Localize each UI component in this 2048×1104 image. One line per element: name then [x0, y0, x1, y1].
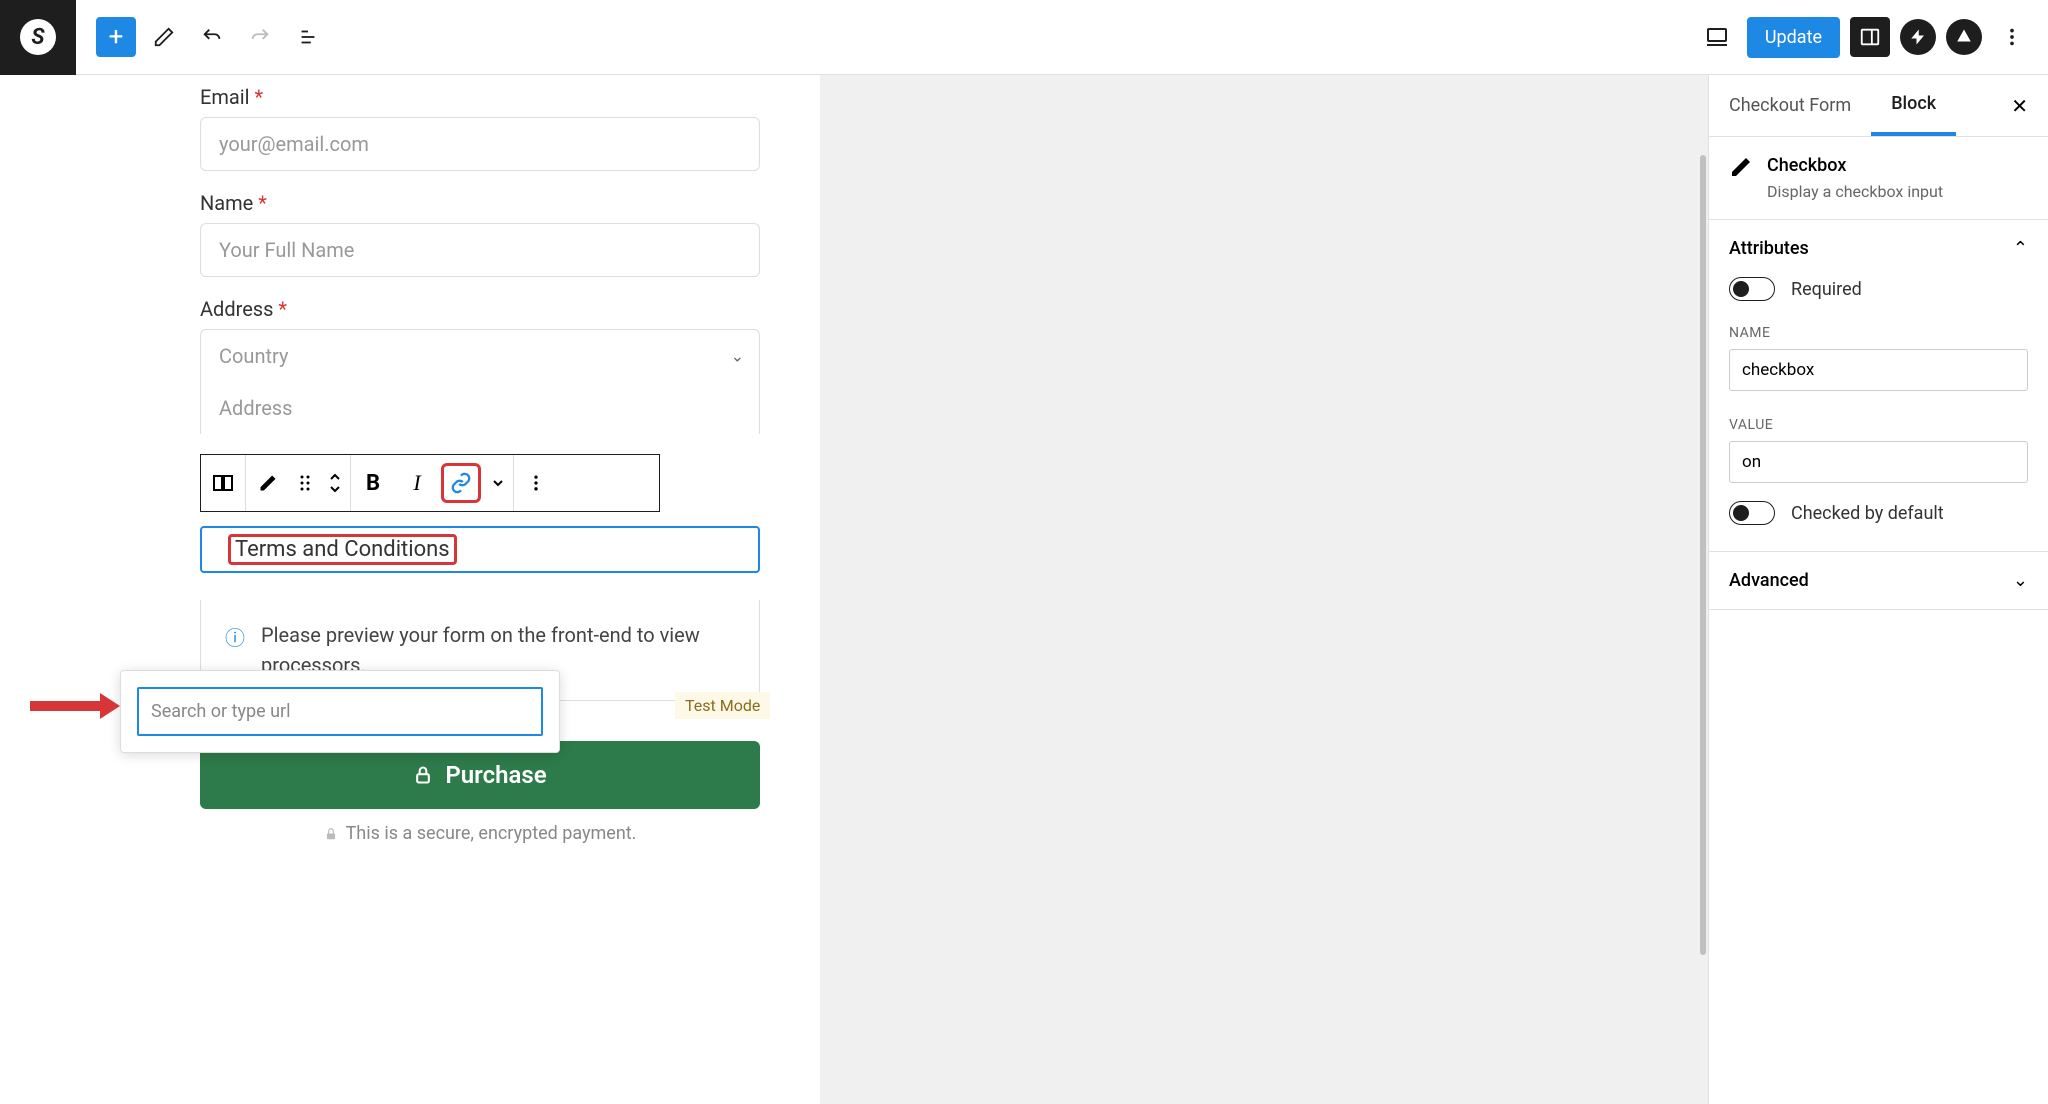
- toolbar-right: Update: [1697, 17, 2032, 58]
- scrollbar[interactable]: [1698, 75, 1708, 1104]
- name-label: Name *: [200, 191, 760, 215]
- sidebar-tabs: Checkout Form Block ✕: [1709, 75, 2048, 137]
- block-toolbar: B I: [200, 454, 660, 512]
- lock-small-icon: [324, 827, 338, 841]
- address-label: Address *: [200, 297, 760, 321]
- top-toolbar: S + Update: [0, 0, 2048, 75]
- block-title: Checkbox: [1767, 155, 1943, 176]
- move-up-down-icon[interactable]: [320, 455, 350, 511]
- attributes-panel: Attributes ⌃ Required NAME VALUE Checked…: [1709, 220, 2048, 552]
- value-attr-input[interactable]: [1729, 441, 2028, 483]
- bolt-icon[interactable]: [1900, 19, 1936, 55]
- name-attr-label: NAME: [1729, 325, 2028, 341]
- link-button-wrapper: [439, 455, 483, 511]
- test-mode-badge: Test Mode: [675, 692, 770, 719]
- checkbox-block[interactable]: Terms and Conditions: [200, 526, 760, 573]
- advanced-panel: Advanced ⌄: [1709, 552, 2048, 610]
- info-icon: ⓘ: [225, 622, 245, 651]
- tab-checkout-form[interactable]: Checkout Form: [1709, 75, 1871, 136]
- drag-handle-icon[interactable]: [290, 455, 320, 511]
- checkbox-label-text[interactable]: Terms and Conditions: [228, 534, 457, 565]
- more-options-icon[interactable]: [1992, 17, 2032, 57]
- user-icon[interactable]: [1946, 19, 1982, 55]
- update-button[interactable]: Update: [1747, 17, 1840, 58]
- italic-button[interactable]: I: [395, 455, 439, 511]
- secure-payment-text: This is a secure, encrypted payment.: [200, 823, 760, 844]
- chevron-down-icon: ⌄: [731, 346, 744, 365]
- name-input[interactable]: [200, 223, 760, 277]
- edit-icon[interactable]: [144, 17, 184, 57]
- required-toggle[interactable]: [1729, 277, 1775, 301]
- block-description: Display a checkbox input: [1767, 182, 1943, 201]
- checked-default-label: Checked by default: [1791, 503, 1944, 524]
- canvas-empty-area: [820, 75, 1708, 1104]
- advanced-panel-head[interactable]: Advanced ⌄: [1709, 552, 2048, 609]
- sidebar-toggle-icon[interactable]: [1850, 17, 1890, 57]
- close-sidebar-button[interactable]: ✕: [1991, 75, 2048, 136]
- block-more-icon[interactable]: [514, 455, 558, 511]
- checkbox-input[interactable]: [212, 545, 222, 555]
- email-field-group: Email *: [200, 85, 760, 171]
- email-input[interactable]: [200, 117, 760, 171]
- required-label: Required: [1791, 279, 1862, 300]
- scrollbar-thumb[interactable]: [1700, 155, 1706, 955]
- lock-icon: [413, 765, 433, 785]
- checked-toggle-row: Checked by default: [1729, 501, 2028, 525]
- chevron-up-icon: ⌃: [2013, 238, 2028, 259]
- checked-default-toggle[interactable]: [1729, 501, 1775, 525]
- attributes-panel-head[interactable]: Attributes ⌃: [1709, 220, 2048, 277]
- bold-button[interactable]: B: [351, 455, 395, 511]
- logo-icon: S: [20, 19, 56, 55]
- editor-canvas: Email * Name * Address * ⌄: [0, 75, 1708, 1104]
- link-url-input[interactable]: [137, 687, 543, 736]
- link-url-popover: [120, 670, 560, 753]
- tab-block[interactable]: Block: [1871, 75, 1956, 136]
- form-preview: Email * Name * Address * ⌄: [0, 75, 820, 1104]
- name-field-group: Name *: [200, 191, 760, 277]
- app-logo[interactable]: S: [0, 0, 76, 75]
- address-field-group: Address * ⌄: [200, 297, 760, 434]
- settings-sidebar: Checkout Form Block ✕ Checkbox Display a…: [1708, 75, 2048, 1104]
- toolbar-left: +: [96, 17, 328, 57]
- annotation-arrow: [30, 691, 120, 725]
- more-formatting-icon[interactable]: [483, 455, 513, 511]
- undo-icon[interactable]: [192, 17, 232, 57]
- main-area: Email * Name * Address * ⌄: [0, 75, 2048, 1104]
- edit-pencil-icon[interactable]: [246, 455, 290, 511]
- name-attr-input[interactable]: [1729, 349, 2028, 391]
- country-select[interactable]: [200, 329, 760, 382]
- block-type-icon[interactable]: [201, 455, 245, 511]
- chevron-down-icon: ⌄: [2013, 570, 2028, 591]
- link-button[interactable]: [441, 463, 481, 503]
- redo-icon[interactable]: [240, 17, 280, 57]
- desktop-preview-icon[interactable]: [1697, 17, 1737, 57]
- email-label: Email *: [200, 85, 760, 109]
- address-input[interactable]: [200, 382, 760, 434]
- value-attr-label: VALUE: [1729, 417, 2028, 433]
- required-toggle-row: Required: [1729, 277, 2028, 301]
- add-block-button[interactable]: +: [96, 17, 136, 57]
- block-header: Checkbox Display a checkbox input: [1709, 137, 2048, 220]
- checkbox-block-icon: [1729, 155, 1753, 201]
- outline-icon[interactable]: [288, 17, 328, 57]
